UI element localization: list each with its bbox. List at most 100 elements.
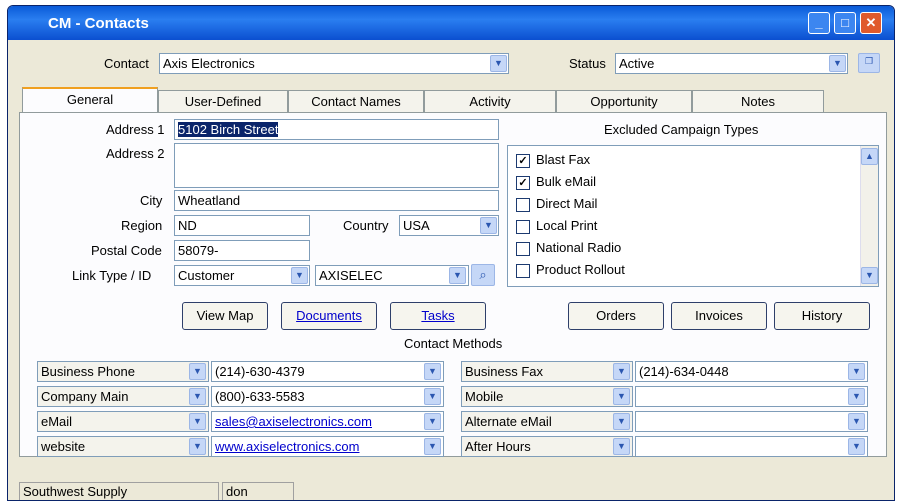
button-label: Tasks xyxy=(421,308,455,323)
campaign-checkbox[interactable] xyxy=(516,198,530,212)
contact-label: Contact xyxy=(104,56,149,71)
status-company: Southwest Supply xyxy=(19,482,219,500)
campaign-item-label: Local Print xyxy=(536,218,598,233)
tasks-button[interactable]: Tasks xyxy=(390,302,486,330)
chevron-down-icon[interactable]: ▼ xyxy=(424,413,441,430)
campaign-item-label: National Radio xyxy=(536,240,622,255)
button-label: View Map xyxy=(196,308,254,323)
method-value-field[interactable]: sales@axiselectronics.com xyxy=(211,411,444,432)
invoices-button[interactable]: Invoices xyxy=(671,302,767,330)
contact-methods-title: Contact Methods xyxy=(404,336,503,351)
method-value-field[interactable]: (800)-633-5583 xyxy=(211,386,444,407)
button-label: Invoices xyxy=(695,308,743,323)
method-value: (800)-633-5583 xyxy=(215,389,305,404)
tab-general[interactable]: General xyxy=(22,87,158,114)
chevron-down-icon[interactable]: ▼ xyxy=(189,388,206,405)
chevron-down-icon[interactable]: ▼ xyxy=(848,413,865,430)
chevron-down-icon[interactable]: ▼ xyxy=(613,388,630,405)
orders-button[interactable]: Orders xyxy=(568,302,664,330)
method-type-select[interactable]: After Hours xyxy=(461,436,633,457)
method-type-select[interactable]: Business Fax xyxy=(461,361,633,382)
chevron-down-icon[interactable]: ▼ xyxy=(848,363,865,380)
region-label: Region xyxy=(121,218,163,233)
address1-field[interactable]: 5102 Birch Street xyxy=(174,119,499,140)
chevron-down-icon[interactable]: ▼ xyxy=(613,413,630,430)
tab-label: Contact Names xyxy=(311,94,401,109)
chevron-down-icon[interactable]: ▼ xyxy=(829,55,846,72)
method-value-field[interactable]: (214)-634-0448 xyxy=(635,361,868,382)
chevron-down-icon[interactable]: ▼ xyxy=(189,413,206,430)
window-title: CM - Contacts xyxy=(48,15,149,32)
copy-icon[interactable]: ❐ xyxy=(858,53,880,73)
chevron-down-icon[interactable]: ▼ xyxy=(490,55,507,72)
chevron-down-icon[interactable]: ▼ xyxy=(848,388,865,405)
button-label: History xyxy=(801,308,843,323)
tab-contact-names[interactable]: Contact Names xyxy=(288,90,424,113)
region-field[interactable]: ND xyxy=(174,215,310,236)
campaign-checkbox[interactable]: ✓ xyxy=(516,176,530,190)
chevron-down-icon[interactable]: ▼ xyxy=(848,438,865,455)
scroll-up-icon[interactable]: ▲ xyxy=(861,148,878,165)
history-button[interactable]: History xyxy=(774,302,870,330)
method-value-field[interactable]: www.axiselectronics.com xyxy=(211,436,444,457)
link-type-field[interactable]: Customer xyxy=(174,265,310,286)
status-user: don xyxy=(222,482,294,500)
chevron-down-icon[interactable]: ▼ xyxy=(424,363,441,380)
postal-code-field[interactable]: 58079- xyxy=(174,240,310,261)
campaign-checkbox[interactable] xyxy=(516,242,530,256)
documents-button[interactable]: Documents xyxy=(281,302,377,330)
maximize-icon[interactable]: □ xyxy=(834,12,856,34)
method-type-select[interactable]: website xyxy=(37,436,209,457)
chevron-down-icon[interactable]: ▼ xyxy=(424,438,441,455)
campaign-checkbox[interactable] xyxy=(516,220,530,234)
link-id-field[interactable]: AXISELEC xyxy=(315,265,469,286)
campaign-item-label: Product Rollout xyxy=(536,262,625,277)
chevron-down-icon[interactable]: ▼ xyxy=(613,363,630,380)
city-label: City xyxy=(140,193,163,208)
campaign-title: Excluded Campaign Types xyxy=(604,122,759,137)
contact-field[interactable]: Axis Electronics xyxy=(159,53,509,74)
city-field[interactable]: Wheatland xyxy=(174,190,499,211)
chevron-down-icon[interactable]: ▼ xyxy=(613,438,630,455)
campaign-checkbox[interactable] xyxy=(516,264,530,278)
scroll-down-icon[interactable]: ▼ xyxy=(861,267,878,284)
tab-opportunity[interactable]: Opportunity xyxy=(556,90,692,113)
method-type-select[interactable]: Mobile xyxy=(461,386,633,407)
method-type-select[interactable]: Alternate eMail xyxy=(461,411,633,432)
lookup-icon[interactable]: ⌕ xyxy=(471,264,495,286)
campaign-checkbox[interactable]: ✓ xyxy=(516,154,530,168)
method-value-field[interactable] xyxy=(635,386,868,407)
method-type-select[interactable]: Company Main xyxy=(37,386,209,407)
method-value-field[interactable] xyxy=(635,436,868,457)
method-value[interactable]: sales@axiselectronics.com xyxy=(215,414,372,429)
chevron-down-icon[interactable]: ▼ xyxy=(189,363,206,380)
address2-field[interactable] xyxy=(174,143,499,188)
address1-label: Address 1 xyxy=(106,122,165,137)
scrollbar[interactable]: ▲ ▼ xyxy=(860,146,878,286)
status-field[interactable]: Active xyxy=(615,53,848,74)
tab-label: Notes xyxy=(741,94,775,109)
method-value-field[interactable]: (214)-630-4379 xyxy=(211,361,444,382)
view-map-button[interactable]: View Map xyxy=(182,302,268,330)
button-label: Documents xyxy=(296,308,362,323)
chevron-down-icon[interactable]: ▼ xyxy=(424,388,441,405)
chevron-down-icon[interactable]: ▼ xyxy=(189,438,206,455)
chevron-down-icon[interactable]: ▼ xyxy=(449,267,466,284)
method-type-select[interactable]: Business Phone xyxy=(37,361,209,382)
campaign-list[interactable]: ✓ Blast Fax ✓ Bulk eMail Direct Mail Local Pr… xyxy=(507,145,879,287)
contacts-window: CM - Contacts _ □ ✕ Contact Axis Electro… xyxy=(7,5,895,501)
link-type-label: Link Type / ID xyxy=(72,268,152,283)
method-value[interactable]: www.axiselectronics.com xyxy=(215,439,360,454)
method-value-field[interactable] xyxy=(635,411,868,432)
tab-label: Opportunity xyxy=(590,94,658,109)
method-type-select[interactable]: eMail xyxy=(37,411,209,432)
chevron-down-icon[interactable]: ▼ xyxy=(291,267,308,284)
tab-notes[interactable]: Notes xyxy=(692,90,824,113)
minimize-icon[interactable]: _ xyxy=(808,12,830,34)
method-value: (214)-630-4379 xyxy=(215,364,305,379)
close-icon[interactable]: ✕ xyxy=(860,12,882,34)
campaign-item-label: Direct Mail xyxy=(536,196,598,211)
chevron-down-icon[interactable]: ▼ xyxy=(480,217,497,234)
tab-activity[interactable]: Activity xyxy=(424,90,556,113)
tab-user-defined[interactable]: User-Defined xyxy=(158,90,288,113)
